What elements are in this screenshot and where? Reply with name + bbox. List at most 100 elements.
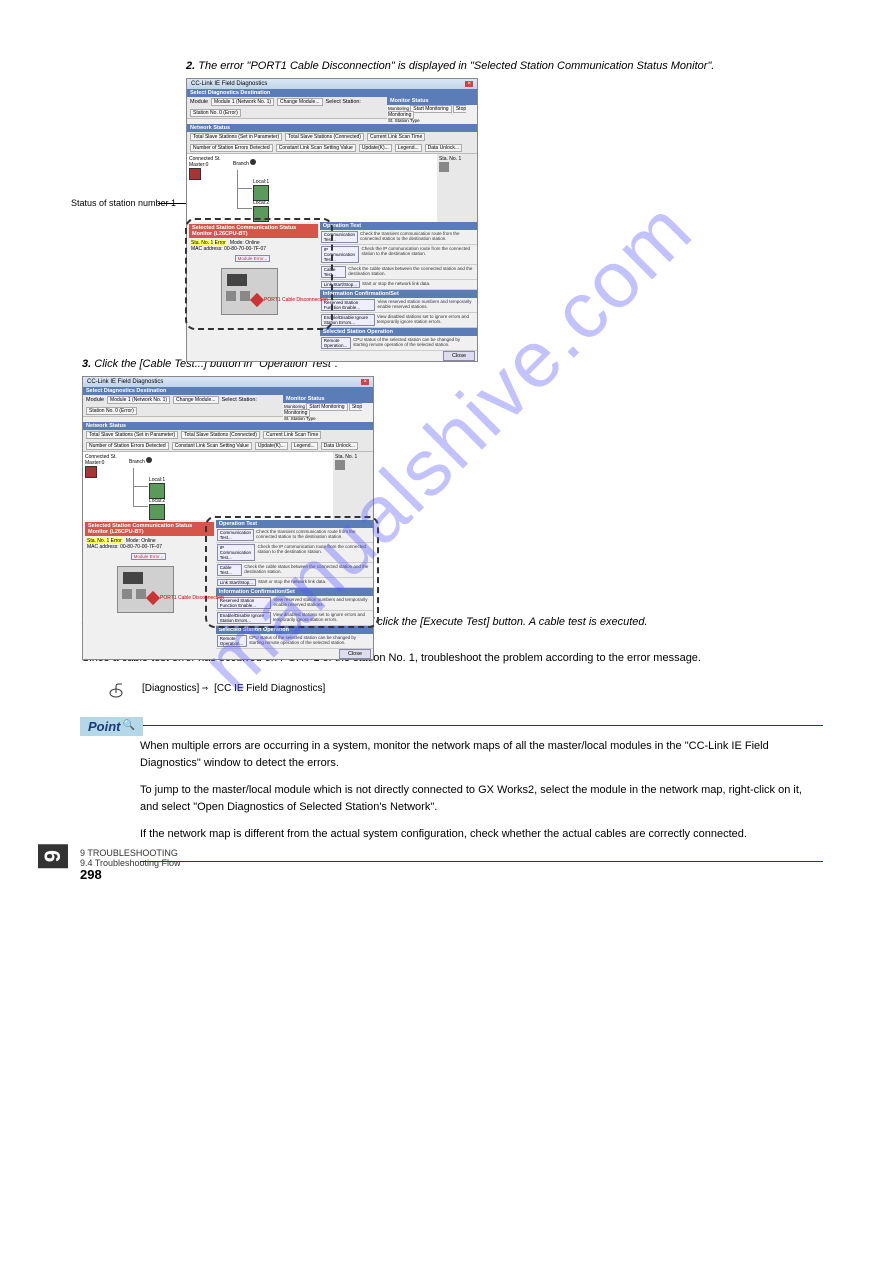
reserved-desc: View reserved station numbers and tempor… bbox=[377, 299, 476, 311]
branch-dot-icon bbox=[250, 159, 256, 165]
point-para3: If the network map is different from the… bbox=[140, 826, 813, 843]
network-map-panel: Connected St. Master:0 Branch Local:1 bbox=[187, 154, 437, 222]
link-desc: Start or stop the network link data. bbox=[362, 281, 430, 288]
legend-button[interactable]: Legend... bbox=[395, 144, 422, 152]
module-label: Module bbox=[190, 99, 208, 105]
menu-arrow-icon: ⇒ bbox=[202, 683, 214, 694]
figure1-area: Status of station number 1 Error details… bbox=[186, 78, 823, 338]
module-error-button-2[interactable]: Module Error... bbox=[131, 553, 167, 560]
page-number: 298 bbox=[80, 867, 102, 882]
comm-test-desc: Check the transient communication route … bbox=[360, 231, 476, 243]
dashed-highlight-2 bbox=[205, 516, 379, 628]
remote-op-button-2[interactable]: Remote Operation... bbox=[217, 635, 247, 647]
sta-box-icon-d2 bbox=[335, 460, 345, 470]
branch-label: Branch bbox=[233, 161, 249, 167]
branch-dot-icon-d2 bbox=[146, 457, 152, 463]
dialog1-titlebar: CC-Link IE Field Diagnostics × bbox=[187, 79, 477, 89]
network-status-hdr-2: Network Status bbox=[83, 422, 373, 430]
data-unlock-button[interactable]: Data Unlock... bbox=[425, 144, 462, 152]
current-link-button[interactable]: Current Link Scan Time bbox=[367, 133, 425, 141]
num-err-button[interactable]: Number of Station Errors Detected bbox=[190, 144, 273, 152]
status-toolbar-2: Total Slave Stations (Set in Parameter) … bbox=[83, 430, 373, 452]
toolbar1: Module Module 1 (Network No. 1) Change M… bbox=[187, 97, 387, 119]
total-slave-button-d2[interactable]: Total Slave Stations (Set in Parameter) bbox=[86, 431, 178, 439]
step2-number: 2. bbox=[186, 60, 195, 72]
point-badge: Point bbox=[80, 717, 143, 736]
remote-op-button[interactable]: Remote Operation... bbox=[321, 337, 351, 349]
local1-module-icon[interactable] bbox=[253, 185, 269, 201]
legend-button-d2[interactable]: Legend... bbox=[291, 442, 318, 450]
mac-label-2: MAC address: 00-80-70-00-7F-07 bbox=[87, 544, 162, 550]
select-diag-dest-hdr: Select Diagnostics Destination bbox=[187, 89, 477, 97]
mouse-nav: [Diagnostics] ⇒ [CC IE Field Diagnostics… bbox=[108, 682, 325, 705]
total-slave-button[interactable]: Total Slave Stations (Set in Parameter) bbox=[190, 133, 282, 141]
error-marker-icon-2 bbox=[146, 591, 160, 605]
point-content: When multiple errors are occurring in a … bbox=[140, 738, 813, 843]
close-icon[interactable]: × bbox=[465, 81, 473, 87]
select-station-dropdown[interactable]: Station No. 0 (Error) bbox=[190, 109, 241, 117]
local1-module-icon-d2[interactable] bbox=[149, 483, 165, 499]
dialog2: CC-Link IE Field Diagnostics × Select Di… bbox=[82, 376, 374, 660]
data-unlock-button-d2[interactable]: Data Unlock... bbox=[321, 442, 358, 450]
sta-box-icon bbox=[439, 162, 449, 172]
network-map-panel-2: Connected St. Master:0 Branch Local:1 bbox=[83, 452, 333, 520]
start-monitoring-button-d2[interactable]: Start Monitoring bbox=[306, 403, 347, 411]
step2-line: 2. The error "PORT1 Cable Disconnection"… bbox=[186, 60, 823, 72]
current-link-button-d2[interactable]: Current Link Scan Time bbox=[263, 431, 321, 439]
port1-error-label: PORT1 Cable Disconnection bbox=[264, 297, 334, 303]
total-slave-conn-button[interactable]: Total Slave Stations (Connected) bbox=[285, 133, 364, 141]
toolbar1-d2: Module Module 1 (Network No. 1) Change M… bbox=[83, 395, 283, 417]
total-slave-conn-button-d2[interactable]: Total Slave Stations (Connected) bbox=[181, 431, 260, 439]
module-dropdown[interactable]: Module 1 (Network No. 1) bbox=[211, 98, 274, 106]
step2-text: The error "PORT1 Cable Disconnection" is… bbox=[198, 60, 714, 72]
menu-diagnostics: [Diagnostics] bbox=[142, 683, 199, 694]
change-module-button[interactable]: Change Module... bbox=[277, 98, 322, 106]
monitor-status-hdr: Monitor Status bbox=[387, 97, 477, 105]
dialog2-title-text: CC-Link IE Field Diagnostics bbox=[87, 379, 163, 385]
status-toolbar: Total Slave Stations (Set in Parameter) … bbox=[187, 132, 477, 154]
conn-link-button-d2[interactable]: Constant Link Scan Setting Value bbox=[172, 442, 252, 450]
port1-error-label-2: PORT1 Cable Disconnection bbox=[160, 595, 230, 601]
footer-line1: 9 TROUBLESHOOTING bbox=[80, 848, 178, 858]
module-dropdown-d2[interactable]: Module 1 (Network No. 1) bbox=[107, 396, 170, 404]
close-icon-2[interactable]: × bbox=[361, 379, 369, 385]
module-detail-graphic: PORT1 Cable Disconnection bbox=[221, 268, 278, 315]
op-test-header: Operation Test bbox=[320, 222, 477, 230]
sel-op-header: Selected Station Operation bbox=[320, 328, 477, 336]
change-module-button-d2[interactable]: Change Module... bbox=[173, 396, 218, 404]
network-status-hdr: Network Status bbox=[187, 124, 477, 132]
conn-link-button[interactable]: Constant Link Scan Setting Value bbox=[276, 144, 356, 152]
dialog1: CC-Link IE Field Diagnostics × Select Di… bbox=[186, 78, 478, 362]
remote-desc: CPU status of the selected station can b… bbox=[353, 337, 476, 349]
info-conf-header: Information Confirmation/Set bbox=[320, 290, 477, 298]
station-type-label: St. Station Type bbox=[388, 118, 420, 123]
chapter-tab: 9 bbox=[38, 844, 68, 868]
select-station-label: Select Station: bbox=[326, 99, 361, 105]
station-type-label-d2: St. Station Type bbox=[284, 416, 316, 421]
remote-desc-d2: CPU status of the selected station can b… bbox=[249, 635, 372, 647]
close-button-1[interactable]: Close bbox=[443, 351, 475, 361]
dialog2-titlebar: CC-Link IE Field Diagnostics × bbox=[83, 377, 373, 387]
update-button-d2[interactable]: Update(K)... bbox=[255, 442, 288, 450]
update-button[interactable]: Update(K)... bbox=[359, 144, 392, 152]
module-icon bbox=[189, 168, 201, 180]
side-panel: Sta. No. 1 bbox=[437, 154, 477, 222]
ip-comm-desc: Check the IP communication route from th… bbox=[361, 246, 476, 263]
module-label-d2: Module bbox=[86, 397, 104, 403]
close-button-2[interactable]: Close bbox=[339, 649, 371, 659]
start-monitoring-button[interactable]: Start Monitoring bbox=[410, 105, 451, 113]
figure2-area: CC-Link IE Field Diagnostics × Select Di… bbox=[82, 376, 823, 596]
select-station-label-d2: Select Station: bbox=[222, 397, 257, 403]
monitor-status-hdr-d2: Monitor Status bbox=[283, 395, 373, 403]
local2-module-icon-d2[interactable] bbox=[149, 504, 165, 520]
branch-label-d2: Branch bbox=[129, 459, 145, 465]
point-top-line bbox=[140, 725, 823, 726]
footer-text: 9 TROUBLESHOOTING 9.4 Troubleshooting Fl… bbox=[80, 848, 181, 868]
step3-number: 3. bbox=[82, 358, 91, 370]
sscsm-header-2: Selected Station Communication Status Mo… bbox=[85, 522, 214, 536]
dialog1-title-text: CC-Link IE Field Diagnostics bbox=[191, 81, 267, 87]
num-err-button-d2[interactable]: Number of Station Errors Detected bbox=[86, 442, 169, 450]
select-station-dropdown-d2[interactable]: Station No. 0 (Error) bbox=[86, 407, 137, 415]
cable-test-desc: Check the cable status between the conne… bbox=[348, 266, 476, 278]
select-diag-dest-hdr-2: Select Diagnostics Destination bbox=[83, 387, 373, 395]
